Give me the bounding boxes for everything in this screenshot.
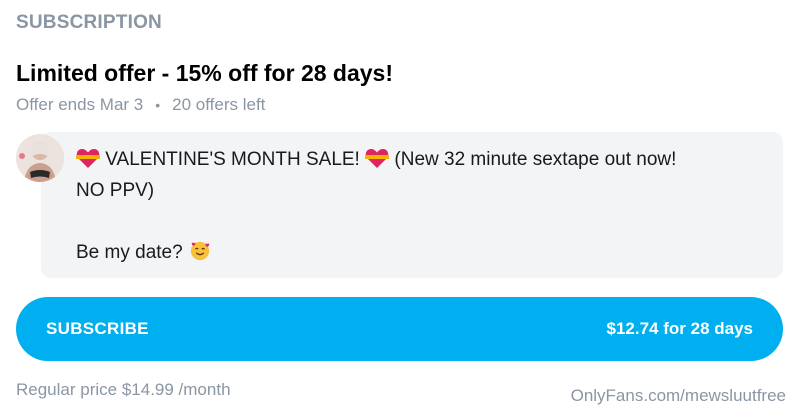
subscription-panel: SUBSCRIPTION Limited offer - 15% off for… — [0, 0, 800, 418]
offer-meta: Offer ends Mar 3 • 20 offers left — [16, 95, 265, 115]
subscribe-price: $12.74 for 28 days — [606, 319, 753, 338]
message-line-2: NO PPV) — [76, 180, 155, 201]
avatar-image — [16, 134, 64, 182]
message-line-1: VALENTINE'S MONTH SALE! (New 32 minute s… — [76, 144, 759, 175]
message-sale-text: VALENTINE'S MONTH SALE! — [105, 149, 360, 170]
watermark: OnlyFans.com/mewsluutfree — [570, 386, 786, 405]
regular-price: Regular price $14.99 /month — [16, 380, 231, 399]
promo-message: VALENTINE'S MONTH SALE! (New 32 minute s… — [41, 132, 783, 278]
message-new-content-text: (New 32 minute sextape out now! — [394, 149, 677, 170]
offer-ends-text: Offer ends Mar 3 — [16, 95, 144, 114]
message-date-text: Be my date? — [76, 242, 183, 263]
offers-left-text: 20 offers left — [172, 95, 266, 114]
message-line-3: Be my date? — [76, 237, 759, 268]
avatar[interactable] — [16, 134, 64, 182]
offer-title: Limited offer - 15% off for 28 days! — [16, 60, 394, 86]
heart-ribbon-icon — [365, 148, 390, 168]
separator-dot: • — [155, 97, 161, 113]
subscribe-button[interactable]: SUBSCRIBE $12.74 for 28 days — [16, 297, 783, 361]
section-title: SUBSCRIPTION — [16, 12, 162, 33]
smiling-face-with-hearts-icon — [190, 241, 210, 261]
heart-ribbon-icon — [76, 148, 100, 168]
subscribe-label: SUBSCRIBE — [46, 319, 149, 338]
